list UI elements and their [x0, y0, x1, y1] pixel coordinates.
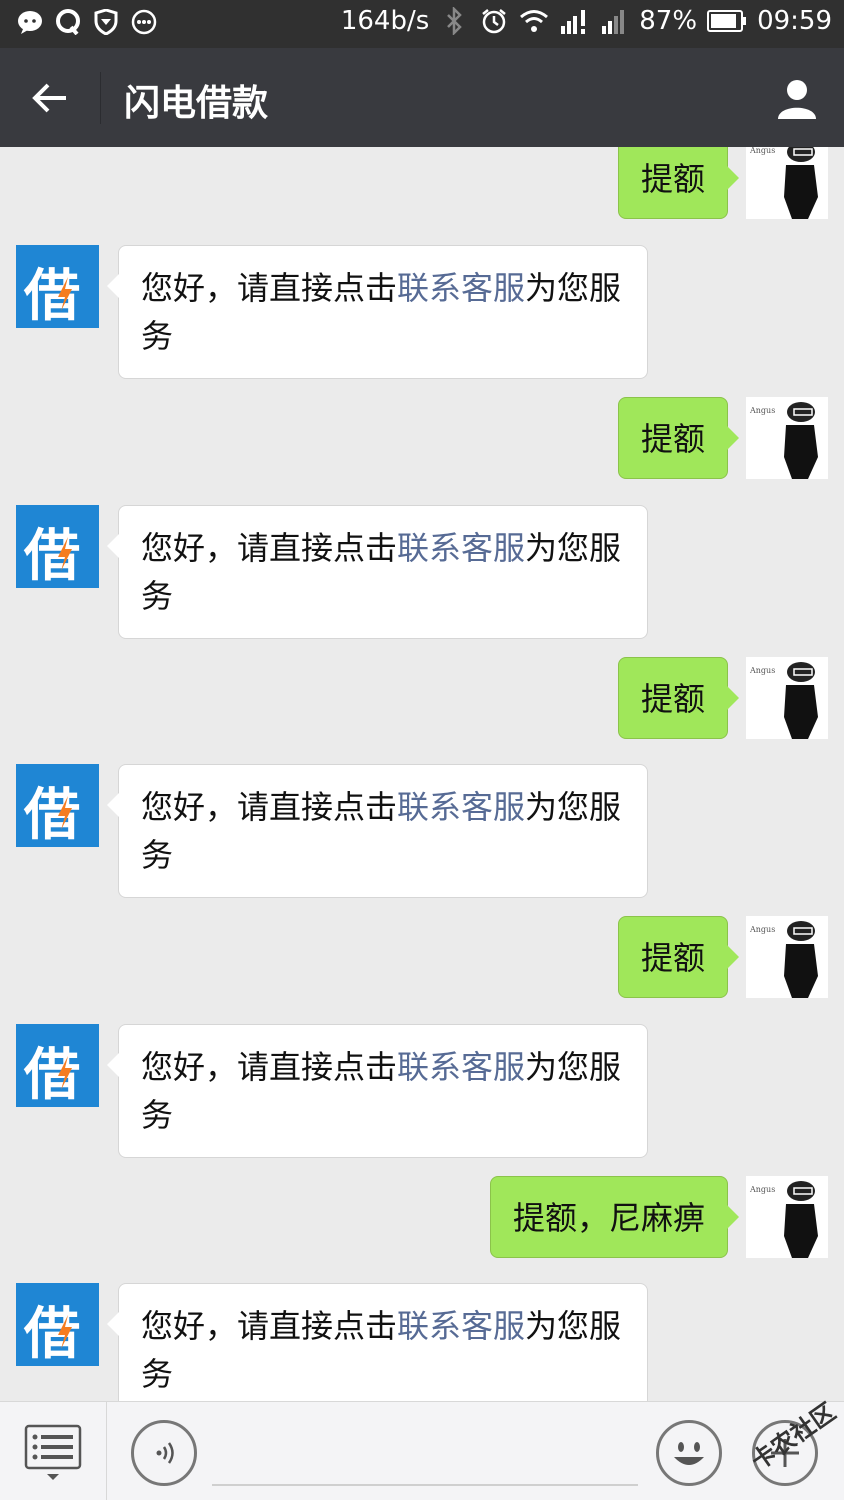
user-avatar[interactable]: Angus [746, 916, 828, 998]
outgoing-bubble[interactable]: 提额 [617, 147, 740, 219]
svg-text:Angus: Angus [749, 1185, 775, 1194]
message-text: 您好，请直接点击 [141, 529, 398, 567]
lightning-icon [58, 1056, 72, 1090]
contact-service-link[interactable]: 联系客服 [397, 1048, 525, 1086]
bluetooth-icon [439, 6, 469, 36]
signal-icon [559, 6, 589, 36]
incoming-bubble: 您好，请直接点击联系客服为您服务 [107, 1283, 648, 1401]
user-avatar[interactable]: Angus [746, 657, 828, 739]
message-incoming: 借 您好，请直接点击联系客服为您服务 [16, 1024, 648, 1158]
message-outgoing: 提额 Angus [617, 657, 828, 739]
status-notification-icons [16, 8, 158, 36]
signal-icon-2 [599, 6, 629, 36]
outgoing-bubble[interactable]: 提额，尼麻痹 [489, 1176, 740, 1258]
incoming-bubble: 您好，请直接点击联系客服为您服务 [107, 1024, 648, 1158]
bot-avatar[interactable]: 借 [16, 245, 99, 329]
message-outgoing: 提额 Angus [617, 397, 828, 479]
message-outgoing: 提额 Angus [617, 916, 828, 998]
alarm-icon [479, 6, 509, 36]
contact-service-link[interactable]: 联系客服 [397, 788, 525, 826]
outgoing-bubble[interactable]: 提额 [617, 397, 740, 479]
status-system-icons: 164b/s 87% 09:59 [341, 6, 832, 36]
qq-icon [54, 8, 82, 36]
message-text: 您好，请直接点击 [141, 1048, 398, 1086]
chat-area[interactable]: 提额 Angus 借 您好，请直接点击联系客服为您服务 提额 Angus 借 您… [0, 147, 844, 1401]
contact-service-link[interactable]: 联系客服 [397, 529, 525, 567]
message-outgoing: 提额，尼麻痹 Angus [489, 1176, 828, 1258]
message-text: 您好，请直接点击 [141, 788, 398, 826]
user-avatar[interactable]: Angus [746, 147, 828, 219]
person-icon [778, 80, 816, 119]
voice-icon [156, 1442, 174, 1464]
bot-avatar[interactable]: 借 [16, 1283, 99, 1367]
emoji-button[interactable] [656, 1420, 722, 1486]
clock: 09:59 [757, 6, 832, 36]
message-text: 您好，请直接点击 [141, 1307, 398, 1345]
message-incoming: 借 您好，请直接点击联系客服为您服务 [16, 764, 648, 898]
wifi-icon [519, 6, 549, 36]
more-icon [130, 8, 158, 36]
user-avatar[interactable]: Angus [746, 397, 828, 479]
bot-avatar[interactable]: 借 [16, 1024, 99, 1108]
outgoing-bubble[interactable]: 提额 [617, 916, 740, 998]
lightning-icon [58, 1315, 72, 1349]
message-incoming: 借 您好，请直接点击联系客服为您服务 [16, 1283, 648, 1401]
user-avatar[interactable]: Angus [746, 1176, 828, 1258]
svg-text:Angus: Angus [749, 925, 775, 934]
incoming-bubble: 您好，请直接点击联系客服为您服务 [107, 764, 648, 898]
svg-text:Angus: Angus [749, 406, 775, 415]
message-incoming: 借 您好，请直接点击联系客服为您服务 [16, 245, 648, 379]
back-button[interactable] [22, 76, 78, 120]
incoming-bubble: 您好，请直接点击联系客服为您服务 [107, 505, 648, 639]
svg-text:Angus: Angus [749, 147, 775, 155]
menu-toggle-button[interactable] [24, 1424, 82, 1482]
arrow-left-icon [32, 83, 66, 113]
wechat-icon [16, 8, 44, 36]
lightning-icon [58, 796, 72, 830]
contact-service-link[interactable]: 联系客服 [397, 269, 525, 307]
incoming-bubble: 您好，请直接点击联系客服为您服务 [107, 245, 648, 379]
title-bar: 闪电借款 [0, 48, 844, 147]
input-toolbar: 卡农社区 [0, 1398, 844, 1500]
message-incoming: 借 您好，请直接点击联系客服为您服务 [16, 505, 648, 639]
network-speed: 164b/s [340, 6, 430, 36]
profile-button[interactable] [774, 76, 820, 122]
toolbar-divider [106, 1402, 107, 1500]
status-bar: 164b/s 87% 09:59 [0, 0, 844, 48]
message-outgoing: 提额 Angus [617, 147, 828, 219]
battery-percent: 87% [639, 6, 698, 36]
bot-avatar[interactable]: 借 [16, 764, 99, 848]
menu-icon [24, 1424, 82, 1480]
message-input[interactable] [212, 1484, 638, 1486]
page-title: 闪电借款 [124, 83, 269, 124]
contact-service-link[interactable]: 联系客服 [397, 1307, 525, 1345]
battery-icon [707, 6, 747, 36]
emoji-icon [674, 1442, 704, 1465]
outgoing-bubble[interactable]: 提额 [617, 657, 740, 739]
bot-avatar[interactable]: 借 [16, 505, 99, 589]
shield-icon [92, 8, 120, 36]
lightning-icon [58, 277, 72, 311]
svg-text:Angus: Angus [749, 666, 775, 675]
voice-button[interactable] [131, 1420, 197, 1486]
lightning-icon [58, 537, 72, 571]
title-divider [100, 72, 101, 124]
message-text: 您好，请直接点击 [141, 269, 398, 307]
